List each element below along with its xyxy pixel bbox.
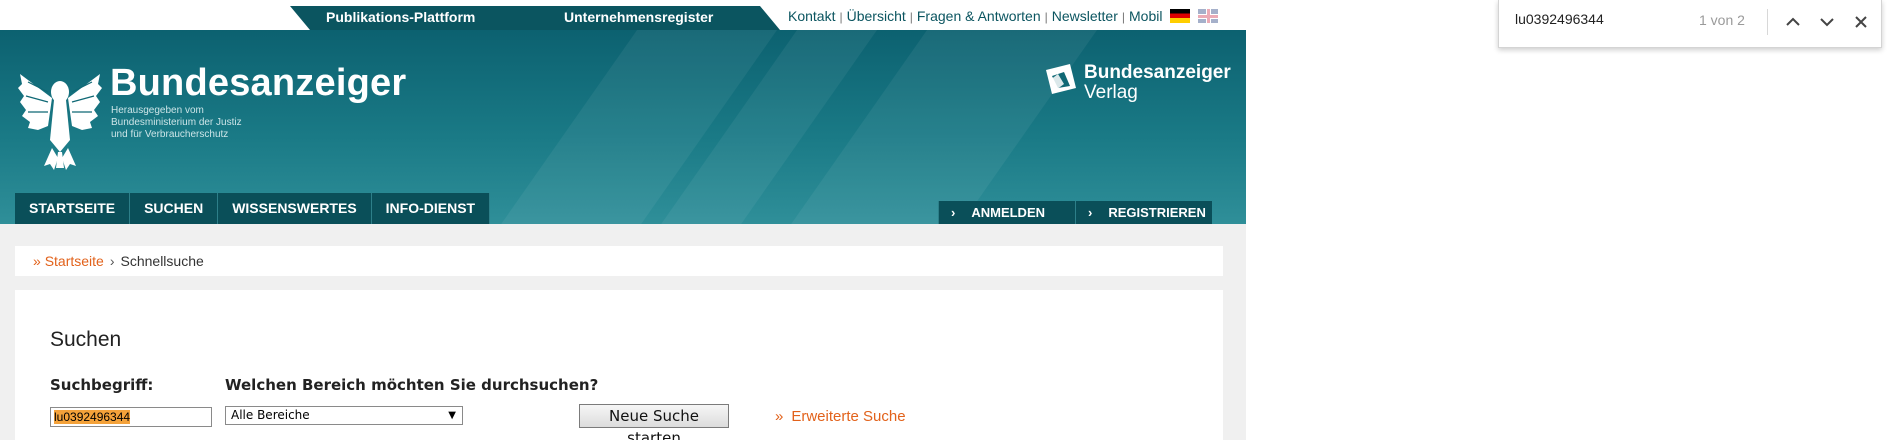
nav-suchen[interactable]: SUCHEN	[130, 193, 219, 224]
new-search-button[interactable]: Neue Suche starten	[579, 404, 729, 440]
find-match-count: 1 von 2	[1699, 12, 1745, 28]
federal-eagle-icon[interactable]	[18, 62, 102, 172]
subtitle-line: Herausgegeben vom	[111, 105, 204, 116]
close-icon[interactable]	[1849, 10, 1873, 34]
search-input[interactable]: lu0392496344	[50, 407, 212, 427]
top-bar: Publikations-Plattform Unternehmensregis…	[0, 0, 1246, 30]
english-flag-icon[interactable]	[1198, 9, 1219, 23]
search-panel: Suchen Suchbegriff: Welchen Bereich möch…	[15, 290, 1223, 440]
search-area-label: Welchen Bereich möchten Sie durchsuchen?	[225, 376, 599, 394]
register-button[interactable]: › REGISTRIEREN	[1075, 201, 1212, 224]
brand-subtitle: Herausgegeben vom Bundesministerium der …	[111, 105, 311, 141]
chevron-right-icon: ›	[951, 205, 956, 220]
login-button[interactable]: › ANMELDEN	[938, 201, 1075, 224]
subtitle-line: und für Verbraucherschutz	[111, 129, 229, 140]
double-chevron-icon: »	[775, 408, 784, 425]
service-links: Kontakt | Übersicht | Fragen & Antworten | New…	[788, 8, 1219, 24]
divider	[1767, 9, 1768, 35]
verlag-subname: Verlag	[1084, 82, 1138, 103]
breadcrumb: » Startseite › Schnellsuche	[15, 246, 1223, 276]
separator: |	[909, 10, 913, 24]
breadcrumb-home-label: Startseite	[44, 253, 104, 269]
link-kontakt[interactable]: Kontakt	[788, 8, 835, 24]
search-input-value: lu0392496344	[54, 410, 131, 424]
tab-publikations-plattform[interactable]: Publikations-Plattform	[326, 6, 475, 30]
verlag-name: Bundesanzeiger	[1084, 62, 1231, 83]
breadcrumb-current: Schnellsuche	[120, 253, 204, 269]
breadcrumb-home-link[interactable]: » Startseite	[33, 253, 104, 269]
chevron-down-icon[interactable]	[1815, 10, 1839, 34]
page-title: Suchen	[50, 328, 122, 351]
dropdown-arrow-icon: ▼	[448, 410, 456, 421]
main-navigation: STARTSEITE SUCHEN WISSENSWERTES INFO-DIE…	[15, 193, 491, 224]
register-label: REGISTRIEREN	[1108, 205, 1206, 220]
advanced-search-label: Erweiterte Suche	[791, 408, 906, 425]
nav-wissenswertes[interactable]: WISSENSWERTES	[218, 193, 372, 224]
area-select[interactable]: Alle Bereiche ▼	[225, 406, 463, 425]
site-header: Bundesanzeiger Herausgegeben vom Bundesm…	[0, 30, 1246, 224]
separator: |	[1044, 10, 1048, 24]
nav-info-dienst[interactable]: INFO-DIENST	[371, 193, 491, 224]
account-bar: › ANMELDEN › REGISTRIEREN	[938, 201, 1212, 224]
separator: |	[839, 10, 843, 24]
find-input[interactable]: lu0392496344	[1515, 11, 1604, 27]
login-label: ANMELDEN	[971, 205, 1046, 220]
search-term-label: Suchbegriff:	[50, 376, 154, 394]
link-fragen-antworten[interactable]: Fragen & Antworten	[917, 8, 1041, 24]
breadcrumb-separator: ›	[109, 253, 115, 269]
german-flag-icon[interactable]	[1170, 9, 1191, 23]
chevron-right-icon: ›	[1088, 205, 1093, 220]
website: Publikations-Plattform Unternehmensregis…	[0, 0, 1246, 440]
verlag-logo-icon	[1046, 64, 1076, 94]
nav-startseite[interactable]: STARTSEITE	[15, 193, 131, 224]
subtitle-line: Bundesministerium der Justiz	[111, 117, 242, 128]
link-uebersicht[interactable]: Übersicht	[847, 8, 906, 24]
tab-unternehmensregister[interactable]: Unternehmensregister	[564, 6, 713, 30]
advanced-search-link[interactable]: » Erweiterte Suche	[775, 408, 906, 425]
platform-tabs: Publikations-Plattform Unternehmensregis…	[290, 6, 780, 30]
area-select-value: Alle Bereiche	[231, 408, 310, 422]
chevron-up-icon[interactable]	[1781, 10, 1805, 34]
link-mobil[interactable]: Mobil	[1129, 8, 1162, 24]
find-bar: lu0392496344 1 von 2	[1498, 0, 1882, 48]
brand-title[interactable]: Bundesanzeiger	[110, 62, 406, 105]
separator: |	[1121, 10, 1126, 24]
link-newsletter[interactable]: Newsletter	[1052, 8, 1118, 24]
